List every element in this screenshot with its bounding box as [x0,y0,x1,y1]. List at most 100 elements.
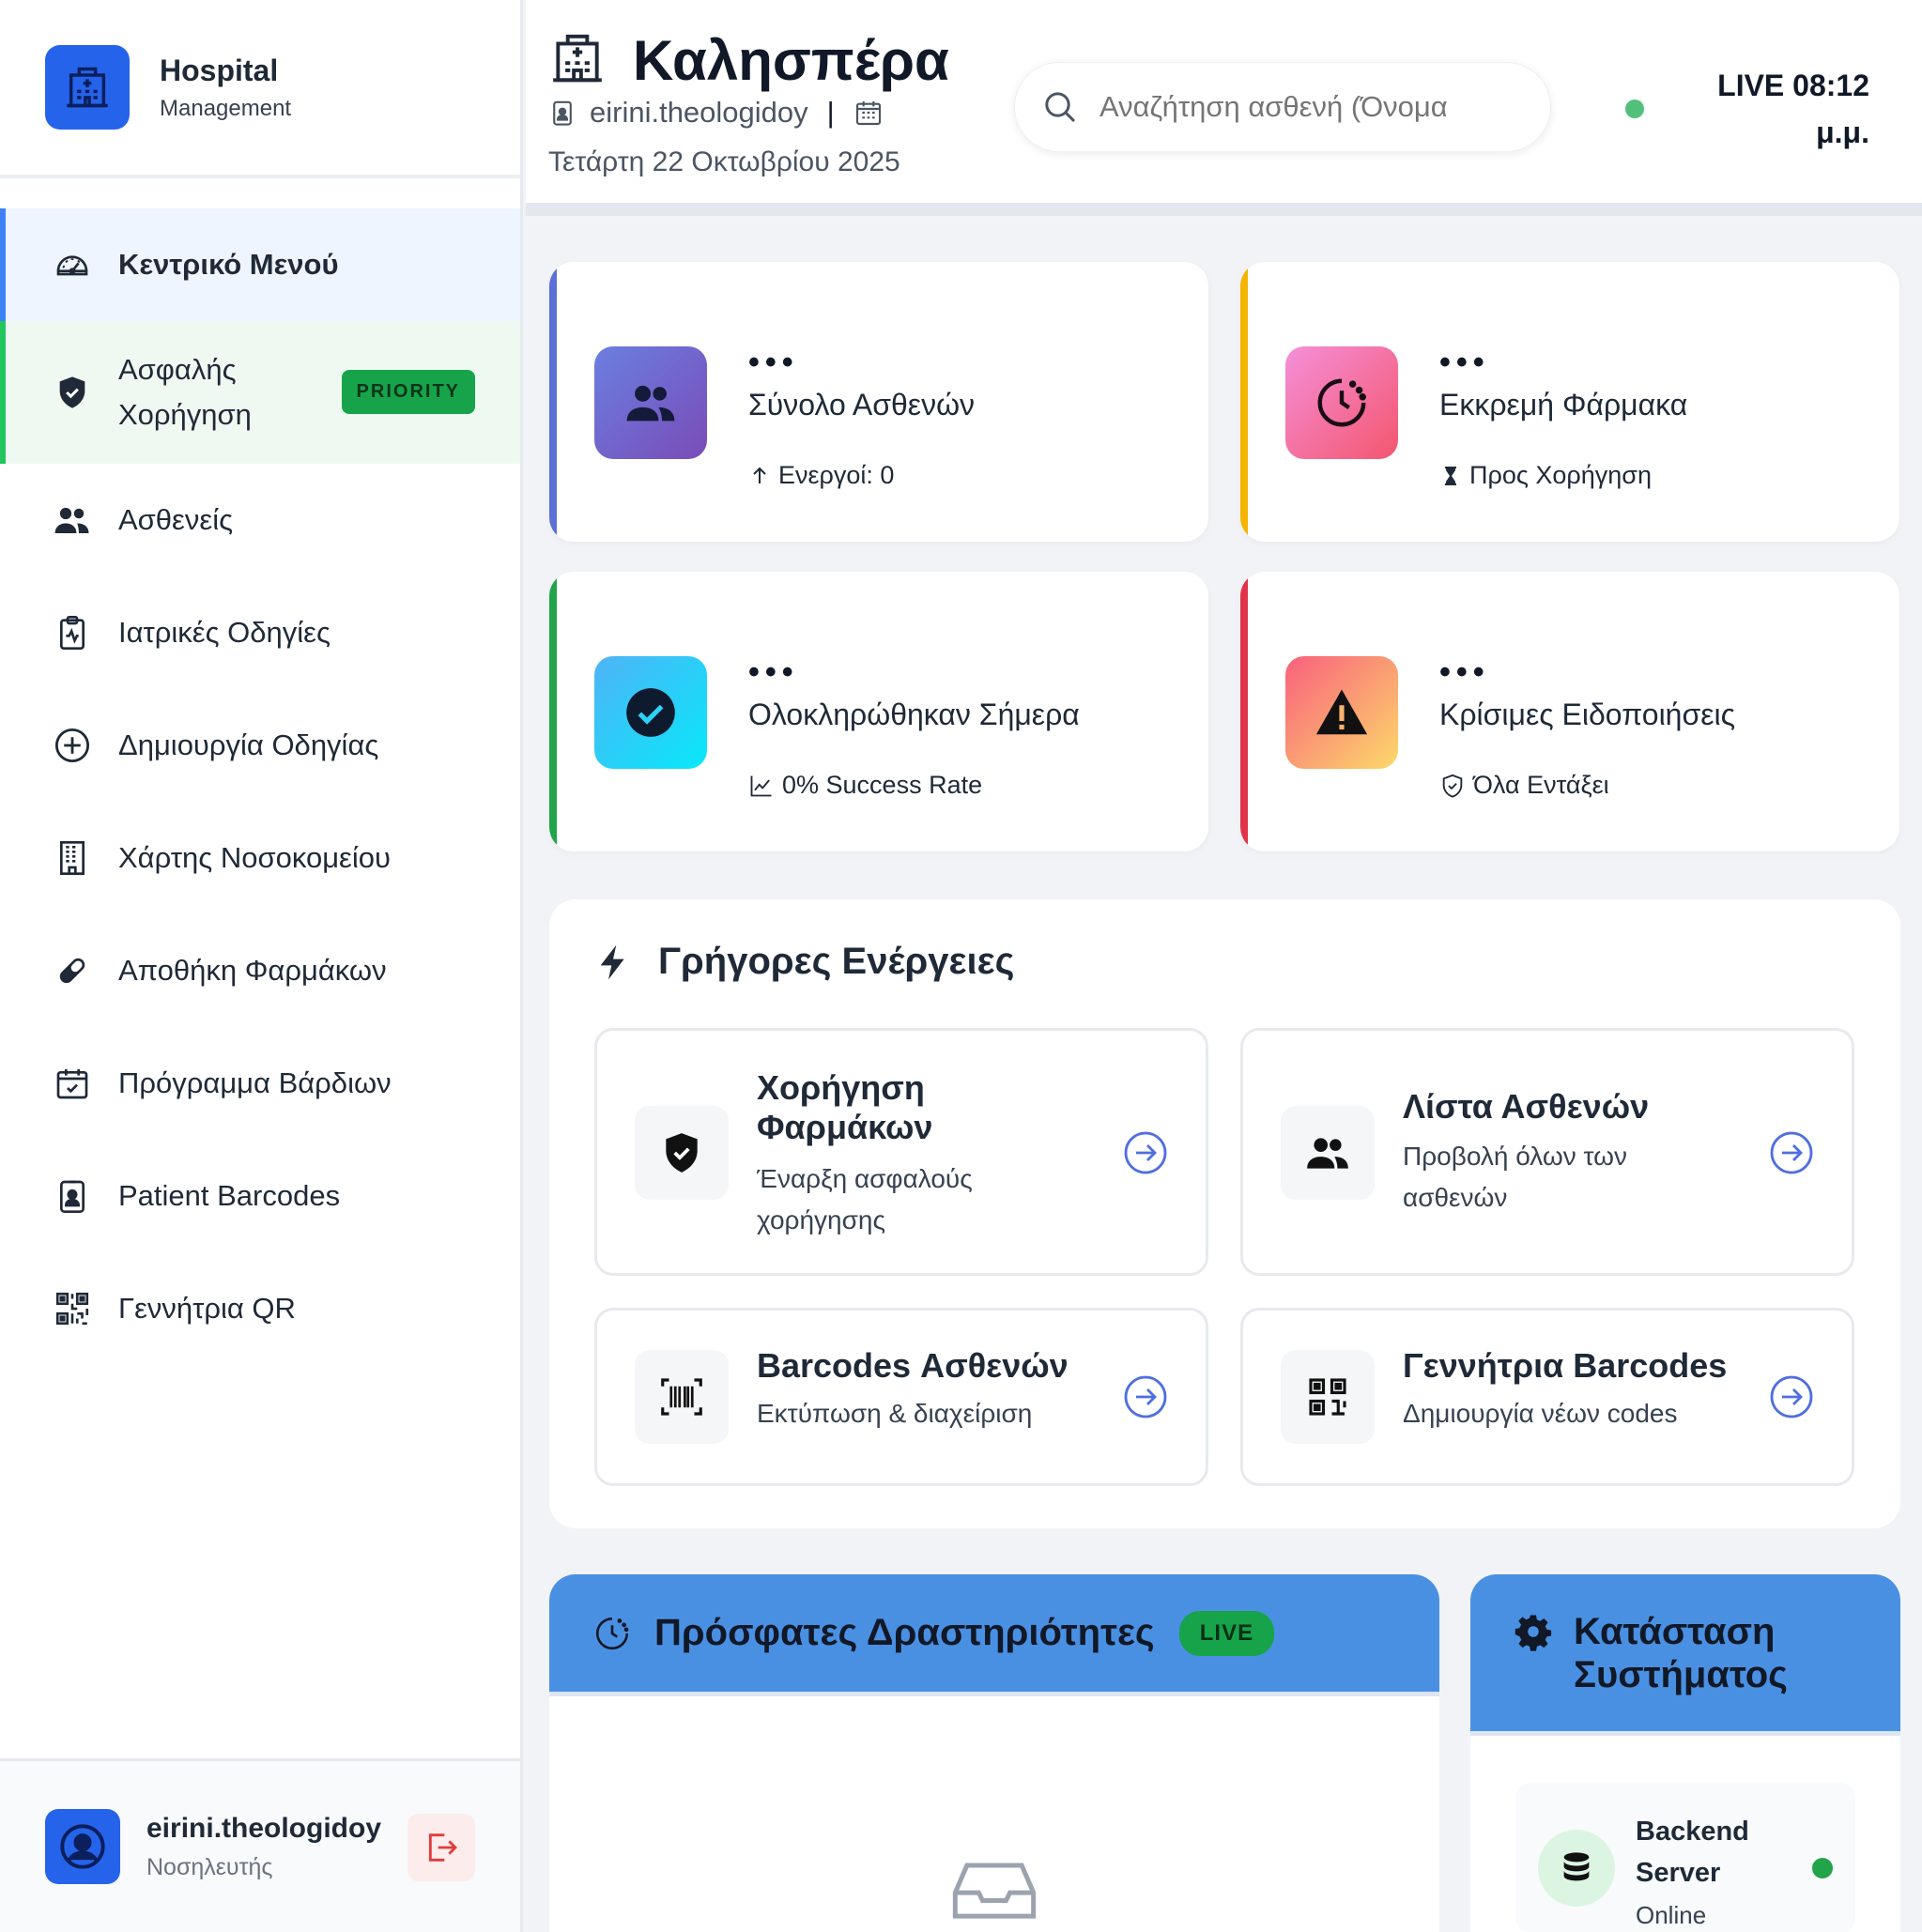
dashboard-gauge-icon [53,245,92,284]
sidebar-item-patient-barcodes[interactable]: Patient Barcodes [0,1140,520,1252]
sidebar-item-label: Ασφαλής Χορήγηση [118,353,252,431]
sidebar-item-label: Αποθήκη Φαρμάκων [118,954,387,987]
brand-subtitle: Management [160,95,292,121]
hospital-logo-icon [45,45,130,130]
patient-search[interactable] [1014,62,1551,152]
quick-action-administer-meds[interactable]: Χορήγηση Φαρμάκων Έναρξη ασφαλούς χορήγη… [594,1028,1208,1276]
brand[interactable]: Hospital Management [0,0,520,178]
id-badge-icon [53,1176,92,1216]
stat-title: Σύνολο Ασθενών [748,388,976,422]
stat-card-completed-today[interactable]: ••• Ολοκληρώθηκαν Σήμερα 0% Success Rate [549,572,1208,851]
lightning-icon [600,944,624,979]
quick-action-title: Χορήγηση Φαρμάκων [757,1068,933,1146]
database-icon [1538,1830,1615,1907]
online-status-dot [1812,1858,1833,1878]
sidebar-item-label: Ασθενείς [118,503,234,536]
hospital-icon [548,29,607,92]
calendar-check-icon [53,1064,92,1103]
stat-card-total-patients[interactable]: ••• Σύνολο Ασθενών Ενεργοί: 0 [549,262,1208,542]
chart-line-icon [748,773,775,799]
current-date: Τετάρτη 22 Οκτωβρίου 2025 [548,146,900,177]
sidebar-item-shift-schedule[interactable]: Πρόγραμμα Βάρδιων [0,1027,520,1140]
brand-title: Hospital [160,53,279,87]
sidebar-item-label: Patient Barcodes [118,1179,341,1212]
hourglass-icon [1439,465,1462,487]
check-circle-icon [594,656,707,769]
logout-button[interactable] [407,1814,475,1881]
recent-activity-title: Πρόσφατες Δραστηριότητες [654,1612,1155,1653]
user-profile: eirini.theologidoy Νοσηλευτής [0,1758,520,1932]
sidebar-item-pharmacy[interactable]: Αποθήκη Φαρμάκων [0,914,520,1027]
sidebar-item-label: Κεντρικό Μενού [118,248,339,281]
arrow-right-circle-icon [1770,1375,1813,1418]
sidebar-item-hospital-map[interactable]: Χάρτης Νοσοκομείου [0,802,520,914]
qr-code-icon [53,1289,92,1328]
shield-check-icon [1439,773,1466,799]
stat-subtext: Προς Χορήγηση [1469,461,1652,489]
quick-actions-panel: Γρήγορες Ενέργειες Χορήγηση Φαρμάκων Ένα… [549,899,1900,1528]
priority-badge: PRIORITY [341,370,475,414]
top-header: Καλησπέρα eirini.theologidoy | Τετάρτη 2… [526,0,1922,216]
sidebar-item-create-order[interactable]: Δημιουργία Οδηγίας [0,689,520,802]
users-icon [53,500,92,540]
logout-icon [428,1833,458,1862]
header-username: eirini.theologidoy [590,96,808,129]
stat-card-pending-meds[interactable]: ••• Εκκρεμή Φάρμακα Προς Χορήγηση [1240,262,1899,542]
building-icon [53,838,92,878]
sidebar-item-label: Χάρτης Νοσοκομείου [118,841,391,874]
sidebar-item-label: Πρόγραμμα Βάρδιων [118,1066,392,1099]
clock-icon [1285,346,1398,459]
user-role: Νοσηλευτής [146,1853,273,1880]
greeting: Καλησπέρα [633,29,949,92]
calendar-icon [853,98,884,128]
stat-subtext: Όλα Εντάξει [1473,771,1609,799]
sidebar-nav: Κεντρικό Μενού Ασφαλής Χορήγηση PRIORITY… [0,208,520,1365]
plus-circle-icon [53,726,92,765]
backend-server-status[interactable]: Backend Server Online [1515,1783,1855,1932]
search-input[interactable] [1099,90,1475,124]
recent-activity-panel: Πρόσφατες Δραστηριότητες LIVE [549,1574,1439,1932]
sidebar-item-label: Δημιουργία Οδηγίας [118,728,379,761]
empty-inbox-icon [947,1856,1041,1926]
arrow-right-circle-icon [1124,1131,1167,1174]
quick-action-desc: Προβολή όλων των ασθενών [1403,1142,1627,1212]
arrow-up-icon [748,465,771,487]
stat-value-loading: ••• [748,345,799,380]
sidebar-item-medical-orders[interactable]: Ιατρικές Οδηγίες [0,576,520,689]
arrow-right-circle-icon [1124,1375,1167,1418]
user-badge-icon [548,99,577,127]
quick-action-patient-barcodes[interactable]: Barcodes Ασθενών Εκτύπωση & διαχείριση [594,1308,1208,1486]
server-name: Backend Server [1636,1817,1749,1888]
sidebar: Hospital Management Κεντρικό Μενού Ασφαλ… [0,0,523,1932]
sidebar-item-safe-administration[interactable]: Ασφαλής Χορήγηση PRIORITY [0,321,520,464]
clipboard-pulse-icon [53,613,92,652]
barcode-scan-icon [635,1350,729,1444]
shield-check-icon [635,1106,729,1200]
quick-action-desc: Δημιουργία νέων codes [1403,1399,1678,1428]
stat-card-critical-alerts[interactable]: ••• Κρίσιμες Ειδοποιήσεις Όλα Εντάξει [1240,572,1899,851]
arrow-right-circle-icon [1770,1131,1813,1174]
users-icon [594,346,707,459]
quick-action-barcode-generator[interactable]: Γεννήτρια Barcodes Δημιουργία νέων codes [1240,1308,1854,1486]
live-badge: LIVE [1178,1610,1275,1656]
qr-code-icon [1281,1350,1375,1444]
user-name: eirini.theologidoy [146,1812,382,1844]
quick-action-title: Barcodes Ασθενών [757,1346,1069,1385]
clock-icon [595,1617,629,1649]
connection-status-dot [1625,100,1644,118]
sidebar-item-patients[interactable]: Ασθενείς [0,464,520,576]
quick-action-desc: Έναρξη ασφαλούς χορήγησης [757,1164,973,1234]
sidebar-item-label: Ιατρικές Οδηγίες [118,616,331,649]
stat-subtext: Ενεργοί: 0 [778,461,895,489]
gear-icon [1515,1615,1552,1651]
quick-action-desc: Εκτύπωση & διαχείριση [757,1399,1033,1428]
search-icon [1045,92,1076,123]
sidebar-item-qr-generator[interactable]: Γεννήτρια QR [0,1252,520,1365]
quick-action-patient-list[interactable]: Λίστα Ασθενών Προβολή όλων των ασθενών [1240,1028,1854,1276]
system-status-title: Κατάσταση Συστήματος [1574,1610,1788,1695]
stat-title: Ολοκληρώθηκαν Σήμερα [748,698,1080,731]
sidebar-item-dashboard[interactable]: Κεντρικό Μενού [0,208,520,321]
avatar[interactable] [45,1809,120,1884]
stat-value-loading: ••• [1439,654,1490,690]
system-status-panel: Κατάσταση Συστήματος Backend Server Onli… [1470,1574,1900,1932]
